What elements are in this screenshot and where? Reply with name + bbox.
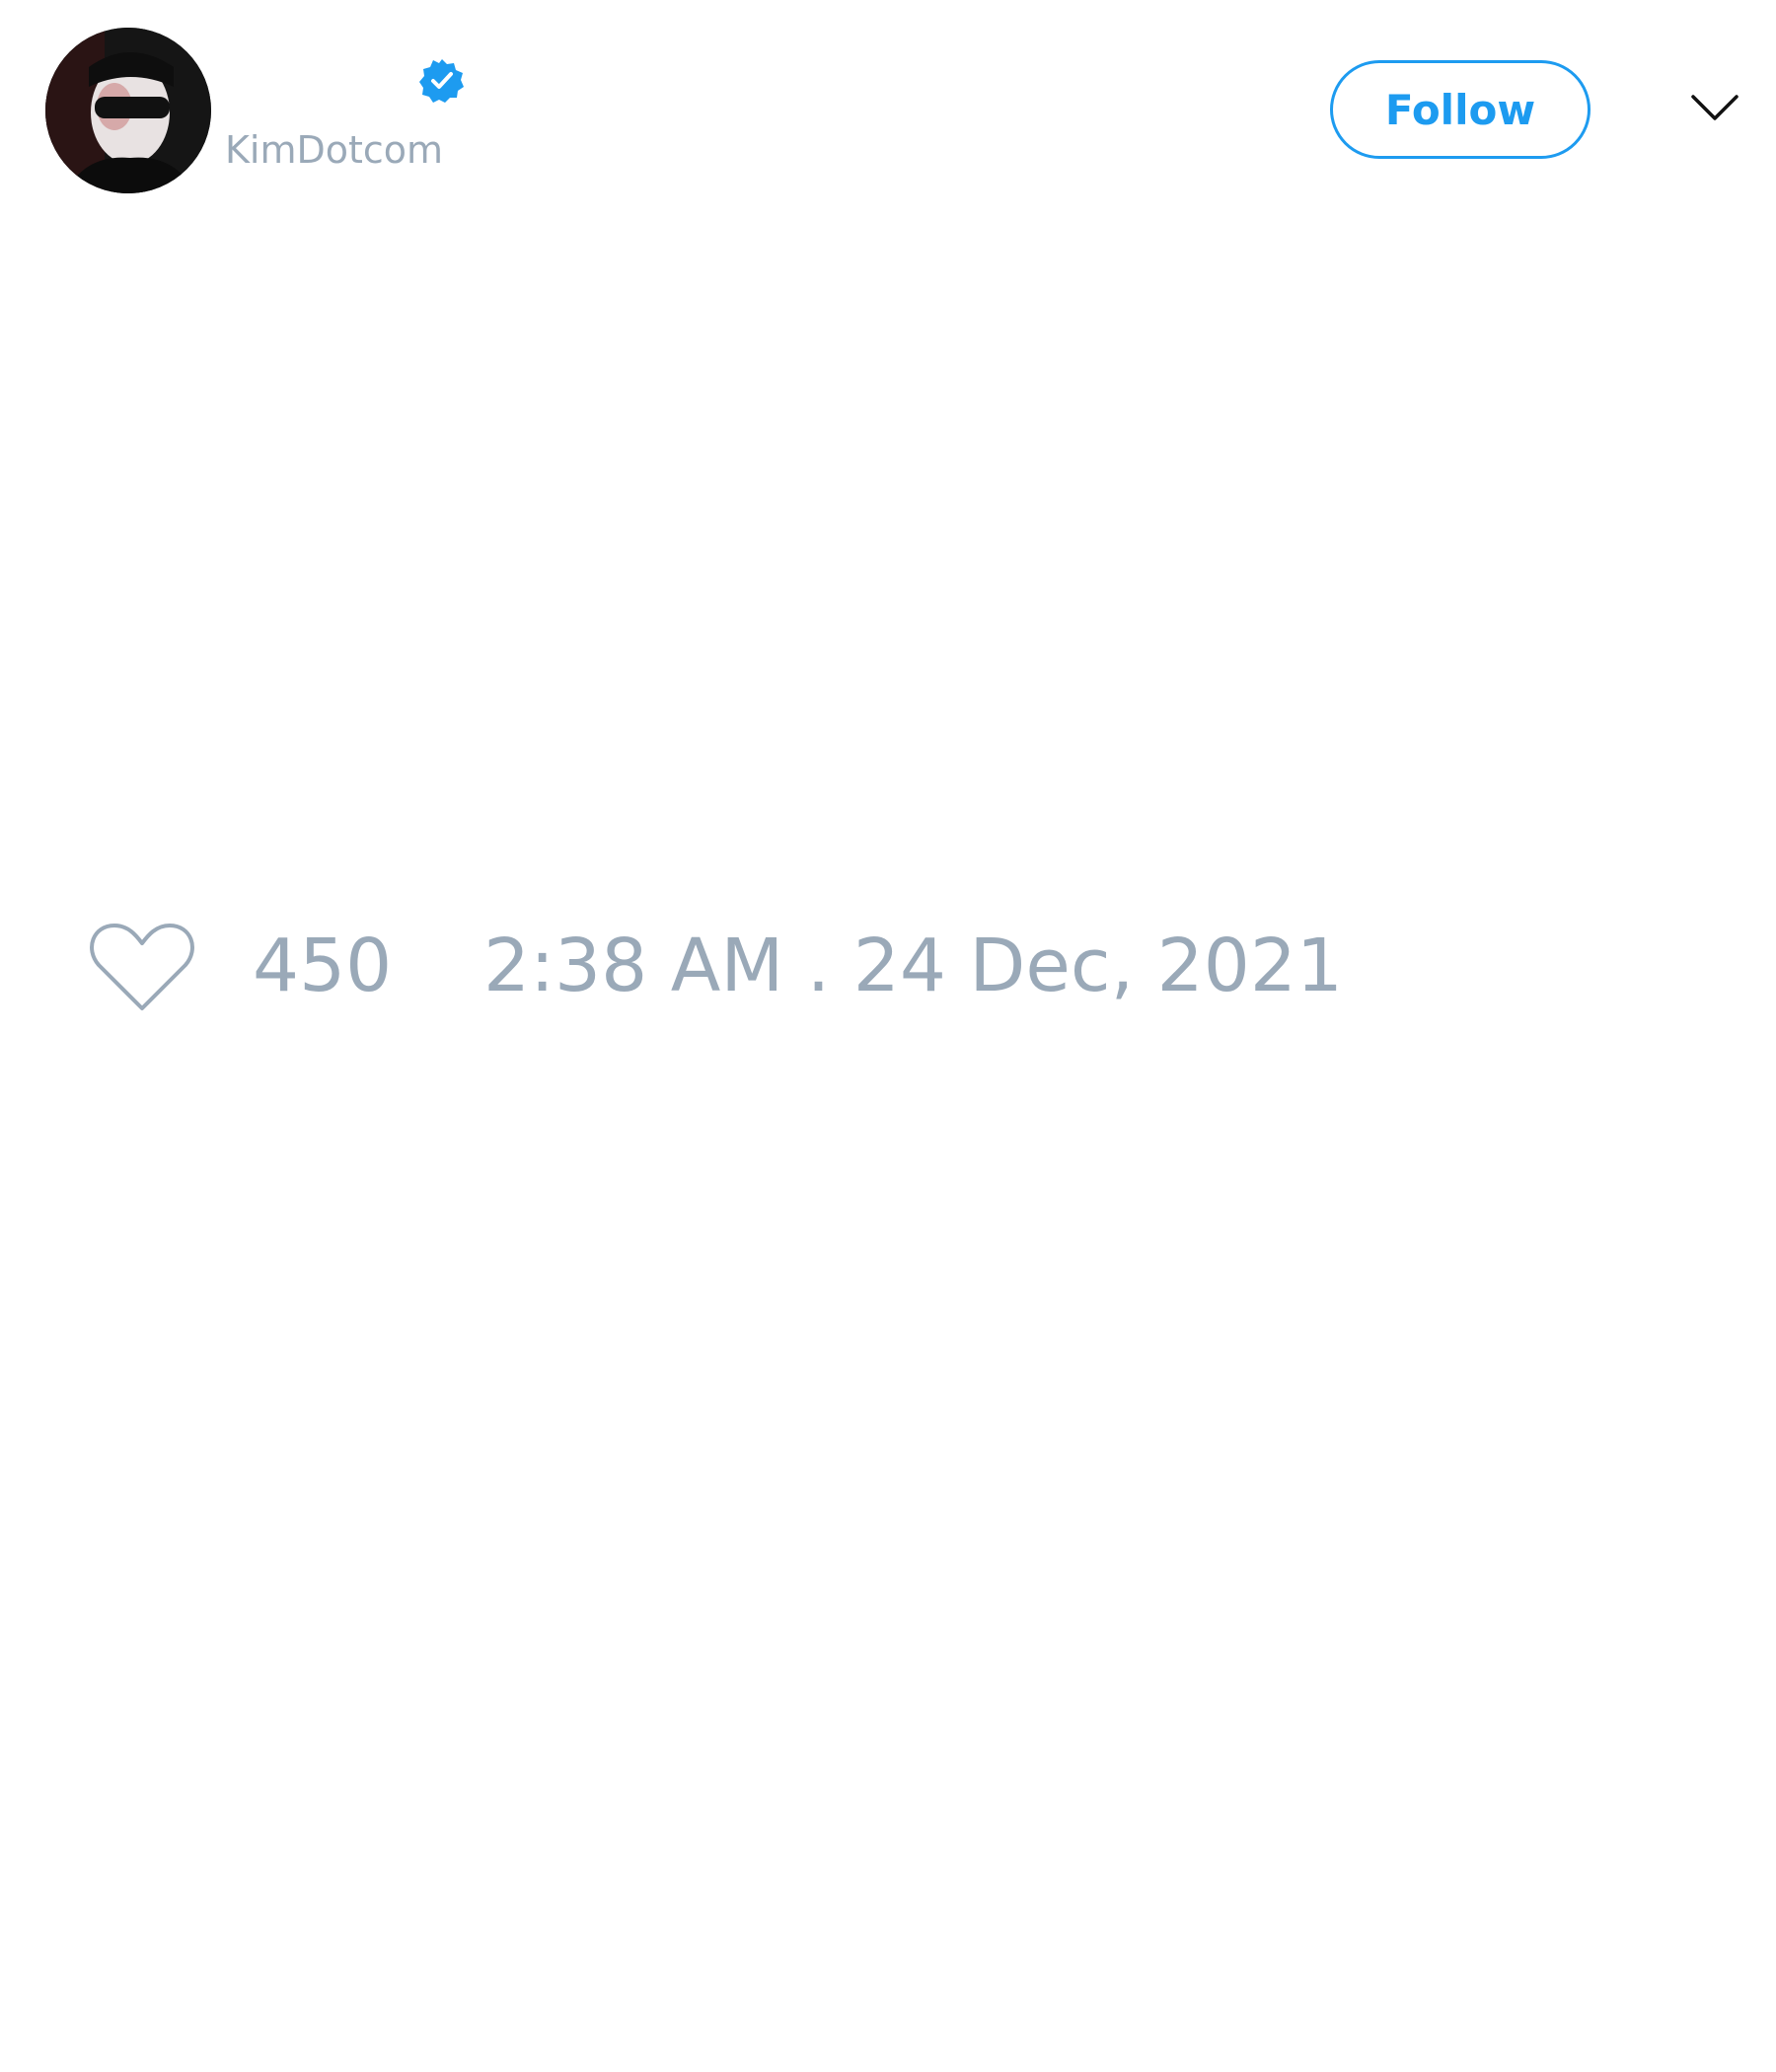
avatar[interactable] (45, 28, 211, 193)
chevron-down-icon[interactable] (1689, 89, 1740, 128)
follow-button[interactable]: Follow (1330, 60, 1591, 159)
heart-outline-icon[interactable] (89, 918, 195, 1016)
tweet-timestamp[interactable]: 2:38 AM . 24 Dec, 2021 (483, 922, 1343, 1010)
tweet-card: KimDotcom Follow 450 2:38 AM . 24 Dec, 2… (0, 0, 1776, 2072)
verified-badge-icon (419, 59, 464, 103)
author-handle[interactable]: KimDotcom (225, 126, 443, 174)
avatar-image (45, 28, 211, 193)
like-count: 450 (253, 924, 393, 1008)
